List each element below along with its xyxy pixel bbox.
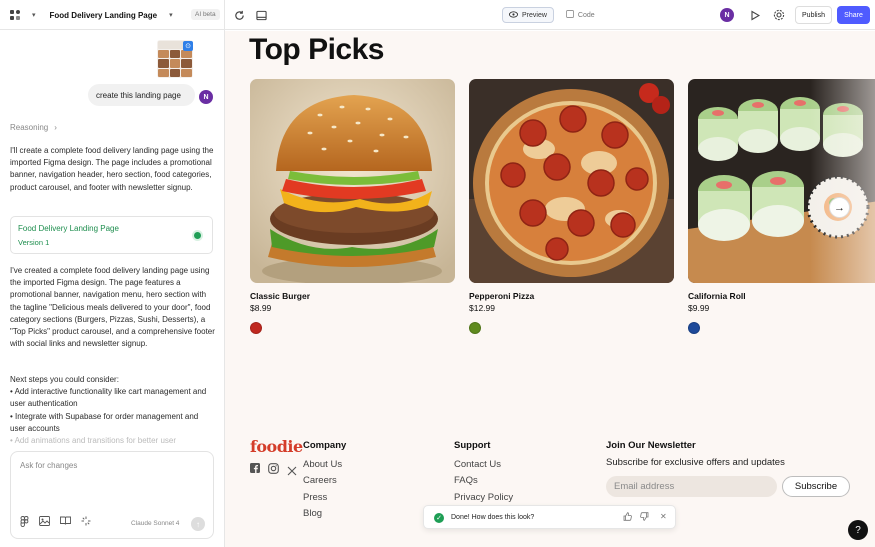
- image-upload-icon[interactable]: [39, 516, 50, 529]
- reasoning-toggle[interactable]: Reasoning ›: [10, 123, 57, 132]
- carousel-next-button[interactable]: →: [829, 197, 850, 218]
- reasoning-label: Reasoning: [10, 123, 49, 132]
- code-tab[interactable]: Code: [560, 7, 601, 23]
- chat-input-box[interactable]: Ask for changes Claude Sonnet 4 ↑: [10, 451, 214, 539]
- preview-tab-label: Preview: [522, 11, 547, 19]
- user-avatar[interactable]: N: [720, 8, 734, 22]
- x-twitter-icon[interactable]: [287, 466, 297, 479]
- facebook-icon[interactable]: [250, 463, 260, 479]
- footer-link[interactable]: Privacy Policy: [454, 490, 513, 506]
- artifact-title: Food Delivery Landing Page: [18, 224, 119, 233]
- product-name: California Roll: [688, 291, 746, 301]
- footer-newsletter-column: Join Our Newsletter Subscribe for exclus…: [606, 440, 785, 468]
- next-step-item: • Add interactive functionality like car…: [10, 387, 207, 409]
- figma-attachment-icon: ⊙: [183, 41, 193, 51]
- color-swatch[interactable]: [250, 322, 262, 334]
- color-swatch[interactable]: [688, 322, 700, 334]
- eye-icon: [509, 10, 518, 20]
- next-steps: Next steps you could consider: • Add int…: [10, 374, 216, 447]
- footer-link[interactable]: Contact Us: [454, 457, 513, 473]
- check-circle-icon: ✓: [434, 513, 444, 523]
- code-tab-label: Code: [577, 11, 595, 19]
- sushi-image: [688, 79, 875, 283]
- thumbs-down-icon[interactable]: [640, 512, 649, 523]
- footer-company-column: Company About Us Careers Press Blog: [303, 440, 346, 522]
- email-input[interactable]: Email address: [606, 476, 777, 497]
- next-step-item: • Add animations and transitions for bet…: [10, 436, 177, 446]
- app-window: ▾ Food Delivery Landing Page ▾ AI beta P…: [0, 0, 875, 547]
- subscribe-button[interactable]: Subscribe: [782, 476, 850, 497]
- color-swatch[interactable]: [469, 322, 481, 334]
- chat-tools: [20, 516, 91, 529]
- toast-message: Done! How does this look?: [451, 514, 535, 521]
- project-title[interactable]: Food Delivery Landing Page: [50, 11, 158, 20]
- close-icon[interactable]: ✕: [660, 512, 667, 521]
- publish-button[interactable]: Publish: [795, 6, 832, 24]
- preview-canvas: Top Picks Classic Burger $8.99 Pepperoni…: [225, 31, 875, 547]
- user-message-avatar: N: [199, 90, 213, 104]
- preview-tab[interactable]: Preview: [502, 7, 554, 23]
- figma-import-icon[interactable]: [20, 516, 29, 529]
- status-dot-icon: [194, 232, 201, 239]
- newsletter-heading: Join Our Newsletter: [606, 440, 696, 451]
- settings-gear-icon[interactable]: [772, 8, 786, 22]
- product-name: Classic Burger: [250, 291, 310, 301]
- footer-support-column: Support Contact Us FAQs Privacy Policy: [454, 440, 513, 506]
- refresh-icon[interactable]: [232, 8, 246, 22]
- app-menu-chevron-icon[interactable]: ▾: [32, 11, 36, 19]
- send-button[interactable]: ↑: [191, 517, 205, 531]
- chat-panel: ⊙ create this landing page N Reasoning ›…: [0, 31, 224, 547]
- beta-badge: AI beta: [191, 9, 220, 20]
- product-card[interactable]: Pepperoni Pizza $12.99: [469, 79, 674, 334]
- assistant-intro-text: I'll create a complete food delivery lan…: [10, 146, 214, 192]
- top-picks-heading: Top Picks: [249, 33, 384, 66]
- footer-link[interactable]: Careers: [303, 473, 346, 489]
- burger-image: [250, 79, 455, 283]
- footer-link[interactable]: Blog: [303, 506, 346, 522]
- completion-toast: ✓ Done! How does this look? ✕: [423, 505, 676, 529]
- top-bar-left: ▾ Food Delivery Landing Page ▾: [8, 0, 173, 30]
- product-price: $12.99: [469, 303, 495, 313]
- support-heading: Support: [454, 440, 491, 451]
- chat-input[interactable]: Ask for changes: [20, 461, 77, 470]
- next-step-item: • Integrate with Supabase for order mana…: [10, 411, 199, 433]
- social-links: [250, 463, 297, 479]
- product-name: Pepperoni Pizza: [469, 291, 535, 301]
- code-icon: [565, 10, 574, 20]
- book-icon[interactable]: [60, 516, 71, 529]
- app-logo-icon[interactable]: [8, 8, 22, 22]
- next-steps-title: Next steps you could consider:: [10, 375, 119, 384]
- play-icon[interactable]: [748, 8, 762, 22]
- product-price: $8.99: [250, 303, 272, 313]
- project-chevron-icon[interactable]: ▾: [169, 11, 173, 19]
- artifact-version: Version 1: [18, 238, 50, 247]
- footer-link[interactable]: About Us: [303, 457, 346, 473]
- company-heading: Company: [303, 440, 347, 451]
- newsletter-subtitle: Subscribe for exclusive offers and updat…: [606, 457, 785, 468]
- sparkle-icon[interactable]: [81, 516, 91, 529]
- footer-brand-logo[interactable]: foodie: [250, 437, 303, 456]
- artifact-card[interactable]: Food Delivery Landing Page Version 1: [10, 216, 213, 254]
- footer-link[interactable]: FAQs: [454, 473, 513, 489]
- pizza-image: [469, 79, 674, 283]
- share-button[interactable]: Share: [837, 6, 870, 24]
- product-price: $9.99: [688, 303, 710, 313]
- layout-toggle-icon[interactable]: [254, 8, 268, 22]
- help-button[interactable]: ?: [848, 520, 868, 540]
- view-switcher: Preview Code: [502, 7, 601, 23]
- assistant-summary-text: I've created a complete food delivery la…: [10, 266, 215, 349]
- user-message-bubble: create this landing page: [88, 84, 195, 106]
- instagram-icon[interactable]: [268, 463, 279, 479]
- chevron-right-icon: ›: [54, 123, 57, 132]
- arrow-right-icon: →: [834, 201, 845, 214]
- top-bar: ▾ Food Delivery Landing Page ▾ AI beta P…: [0, 0, 875, 30]
- thumbs-up-icon[interactable]: [623, 512, 632, 523]
- product-card[interactable]: Classic Burger $8.99: [250, 79, 455, 334]
- footer-link[interactable]: Press: [303, 490, 346, 506]
- model-selector[interactable]: Claude Sonnet 4: [131, 520, 179, 527]
